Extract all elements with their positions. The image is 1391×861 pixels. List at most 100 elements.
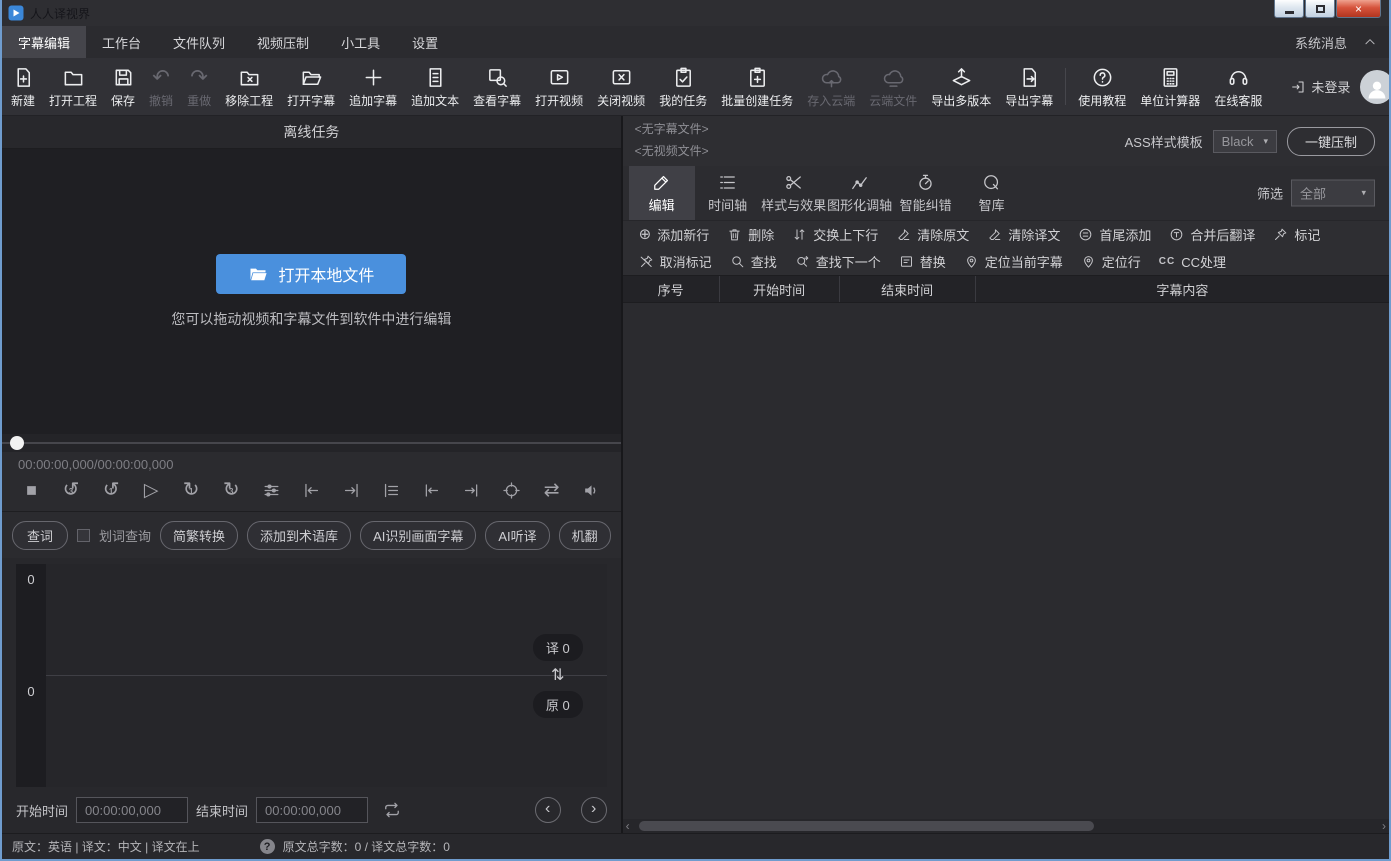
toolbar-new-file-button[interactable]: 新建 (4, 58, 42, 115)
action-swap-rows-button[interactable]: 交换上下行 (784, 223, 886, 246)
rewind-3s-button[interactable]: ↺3 (54, 475, 88, 505)
tab-smart-correct[interactable]: 智能纠错 (893, 166, 959, 220)
action-merge-translate-button[interactable]: 合并后翻译 (1161, 223, 1263, 246)
align-start-button[interactable] (294, 475, 328, 505)
action-clear-source-button[interactable]: 清除原文 (888, 223, 977, 246)
menu-tab-0[interactable]: 字幕编辑 (2, 26, 86, 58)
prev-subtitle-button[interactable]: ‹ (535, 797, 561, 823)
query-word-button[interactable]: 查词 (12, 521, 68, 550)
toolbar-open-project-button[interactable]: 打开工程 (42, 58, 104, 115)
column-header-0[interactable]: 序号 (623, 276, 719, 302)
login-button[interactable]: 未登录 (1290, 77, 1350, 96)
locate-playhead-button[interactable] (495, 475, 529, 505)
swap-source-target-icon[interactable]: ⇅ (551, 668, 564, 684)
titlebar[interactable]: 人人译视界 × (2, 0, 1389, 26)
toolbar-remove-project-button[interactable]: 移除工程 (218, 58, 280, 115)
action-locate-current-button[interactable]: 定位当前字幕 (956, 250, 1071, 273)
stop-button[interactable] (14, 475, 48, 505)
toolbar-batch-create-task-button[interactable]: 批量创建任务 (714, 58, 800, 115)
menu-tab-3[interactable]: 视频压制 (241, 26, 325, 58)
repeat-icon[interactable] (382, 800, 402, 820)
scroll-right-icon[interactable]: › (1382, 820, 1386, 832)
action-find-button[interactable]: 查找 (722, 250, 785, 273)
toolbar-redo-button[interactable]: ↷重做 (180, 58, 218, 115)
toolbar-append-text-button[interactable]: 追加文本 (404, 58, 466, 115)
toolbar-cloud-upload-button[interactable]: 存入云端 (800, 58, 862, 115)
menu-tab-5[interactable]: 设置 (396, 26, 454, 58)
pill-button-2[interactable]: AI识别画面字幕 (360, 521, 476, 550)
pill-button-3[interactable]: AI听译 (485, 521, 549, 550)
close-button[interactable]: × (1336, 0, 1381, 18)
action-cc-button[interactable]: CCCC处理 (1151, 250, 1234, 273)
volume-button[interactable] (575, 475, 609, 505)
swap-loop-button[interactable]: ⇄ (535, 475, 569, 505)
toolbar-save-button[interactable]: 保存 (104, 58, 142, 115)
action-locate-row-button[interactable]: 定位行 (1073, 250, 1149, 273)
forward-3s-button[interactable]: ↻3 (214, 475, 248, 505)
action-mark-button[interactable]: 标记 (1265, 223, 1328, 246)
tab-style-effects[interactable]: 样式与效果 (761, 166, 827, 220)
align-end-button[interactable] (334, 475, 368, 505)
tab-edit[interactable]: 编辑 (629, 166, 695, 220)
menu-tab-1[interactable]: 工作台 (86, 26, 157, 58)
minimize-button[interactable] (1274, 0, 1304, 18)
ass-template-dropdown[interactable]: Black▾ (1213, 130, 1277, 153)
toolbar-calculator-button[interactable]: 单位计算器 (1133, 58, 1207, 115)
menu-tab-4[interactable]: 小工具 (325, 26, 396, 58)
toolbar-open-video-button[interactable]: 打开视频 (528, 58, 590, 115)
next-subtitle-button[interactable]: › (581, 797, 607, 823)
toolbar-export-subtitle-button[interactable]: 导出字幕 (998, 58, 1060, 115)
video-drop-zone[interactable]: 打开本地文件 您可以拖动视频和字幕文件到软件中进行编辑 (2, 149, 621, 434)
maximize-button[interactable] (1305, 0, 1335, 18)
jump-start-button[interactable] (414, 475, 448, 505)
video-timeline[interactable] (2, 434, 621, 452)
pill-button-1[interactable]: 添加到术语库 (247, 521, 351, 550)
timeline-track[interactable] (2, 442, 621, 444)
tab-timeline[interactable]: 时间轴 (695, 166, 761, 220)
system-message-button[interactable]: 系统消息 (1295, 33, 1347, 52)
toolbar-cloud-files-button[interactable]: 云端文件 (862, 58, 924, 115)
source-text-area[interactable] (46, 676, 607, 787)
timeline-adjust-button[interactable] (254, 475, 288, 505)
jump-end-button[interactable] (455, 475, 489, 505)
column-header-1[interactable]: 开始时间 (719, 276, 839, 302)
one-key-compress-button[interactable]: 一键压制 (1287, 127, 1375, 156)
collapse-chevron-icon[interactable] (1363, 35, 1377, 49)
horizontal-scrollbar[interactable]: ‹ › (623, 819, 1389, 833)
toolbar-my-tasks-button[interactable]: 我的任务 (652, 58, 714, 115)
target-text-area[interactable] (46, 564, 607, 675)
action-head-tail-add-button[interactable]: 首尾添加 (1070, 223, 1159, 246)
menu-tab-2[interactable]: 文件队列 (157, 26, 241, 58)
action-delete-button[interactable]: 删除 (719, 223, 782, 246)
start-time-input[interactable] (76, 797, 188, 823)
toolbar-tutorial-button[interactable]: 使用教程 (1071, 58, 1133, 115)
tab-knowledge-base[interactable]: 智库 (959, 166, 1025, 220)
word-query-checkbox[interactable] (77, 529, 90, 542)
align-lines-button[interactable] (374, 475, 408, 505)
toolbar-append-subtitle-button[interactable]: 追加字幕 (342, 58, 404, 115)
open-local-file-button[interactable]: 打开本地文件 (216, 254, 406, 294)
column-header-3[interactable]: 字幕内容 (975, 276, 1389, 302)
timeline-handle[interactable] (10, 436, 24, 450)
action-add-row-button[interactable]: ⊕添加新行 (631, 223, 718, 246)
filter-dropdown[interactable]: 全部▾ (1291, 180, 1375, 207)
scroll-left-icon[interactable]: ‹ (626, 820, 630, 832)
rewind-1s-button[interactable]: ↺1 (94, 475, 128, 505)
avatar[interactable] (1360, 70, 1391, 104)
action-clear-target-button[interactable]: 清除译文 (979, 223, 1068, 246)
action-unmark-button[interactable]: 取消标记 (631, 250, 720, 273)
action-replace-button[interactable]: 替换 (891, 250, 954, 273)
column-header-2[interactable]: 结束时间 (839, 276, 975, 302)
toolbar-view-subtitle-button[interactable]: 查看字幕 (466, 58, 528, 115)
pill-button-0[interactable]: 简繁转换 (160, 521, 238, 550)
action-find-next-button[interactable]: 查找下一个 (787, 250, 889, 273)
toolbar-close-video-button[interactable]: 关闭视频 (590, 58, 652, 115)
tab-graph-adjust[interactable]: 图形化调轴 (827, 166, 893, 220)
forward-1s-button[interactable]: ↻1 (174, 475, 208, 505)
toolbar-online-support-button[interactable]: 在线客服 (1207, 58, 1269, 115)
end-time-input[interactable] (256, 797, 368, 823)
pill-button-4[interactable]: 机翻 (559, 521, 611, 550)
toolbar-open-subtitle-button[interactable]: 打开字幕 (280, 58, 342, 115)
toolbar-export-versions-button[interactable]: 导出多版本 (924, 58, 998, 115)
toolbar-undo-button[interactable]: ↶撤销 (142, 58, 180, 115)
